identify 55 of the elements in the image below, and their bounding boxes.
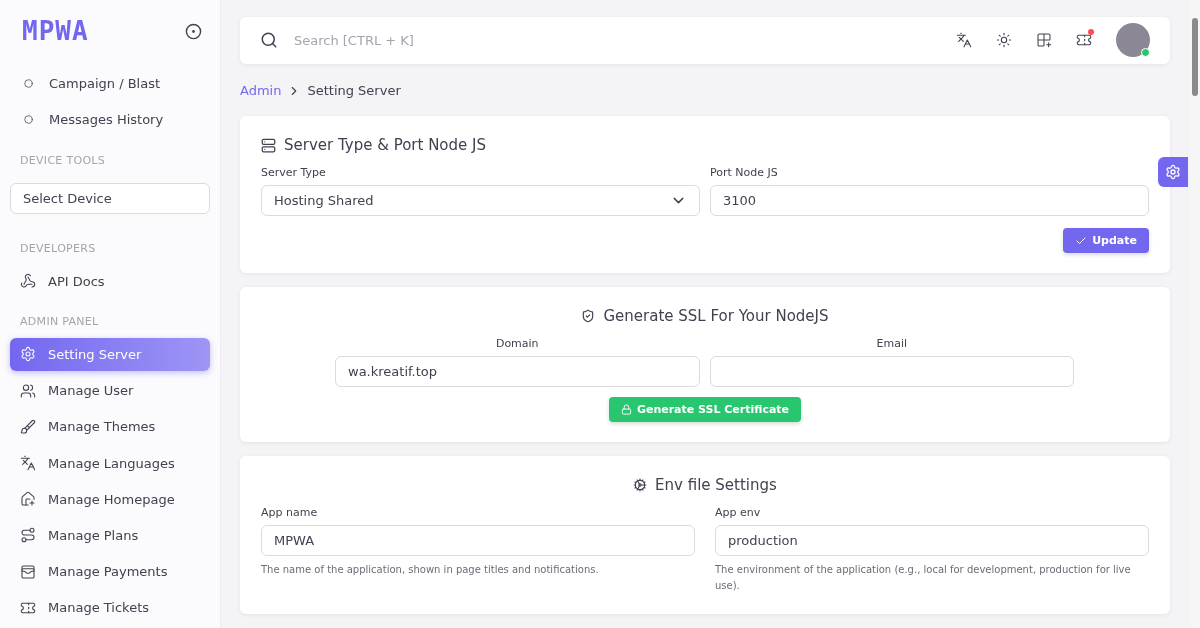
lock-icon [620,404,632,415]
section-heading: DEVELOPERS [19,241,97,258]
nav-item[interactable]: Manage Homepage [10,483,210,516]
field-label: Domain [494,337,540,350]
nav-item[interactable]: Campaign / Blast [10,67,210,100]
settings-icon [1165,164,1181,180]
card-title: Generate SSL For Your NodeJS [603,307,829,325]
nav-item[interactable]: Messages History [10,103,210,136]
nav-item[interactable]: Setting Server [10,338,210,371]
collapse-icon[interactable] [185,22,202,40]
field-label: Email [875,337,908,350]
nav-icon [20,382,36,399]
avatar[interactable] [1116,23,1150,58]
field-label: Port Node JS [710,166,779,179]
help-text: The name of the application, shown in page titles and notifications. [261,563,600,577]
card-title: Env file Settings [655,476,777,494]
gear-icon [633,478,648,492]
field-label: Server Type [261,166,327,179]
nav-icon [20,491,36,508]
nav-item[interactable]: Manage User [10,374,210,407]
breadcrumb-link[interactable]: Admin [240,83,282,99]
section-heading: ADMIN PANEL [19,314,100,331]
breadcrumb-link[interactable]: Setting Server [307,83,401,99]
server-type-select[interactable]: Hosting Shared [261,185,700,216]
input-field[interactable]: 3100 [710,185,1149,216]
section-heading: DEVICE TOOLS [19,152,107,169]
input-field[interactable]: MPWA [261,525,695,556]
server-icon [261,137,276,153]
field-label: App name [261,506,319,519]
nav-item[interactable]: Manage Plans [10,519,210,552]
nav-icon [20,527,36,544]
logo: MPWA [22,16,89,47]
device-select[interactable]: Select Device [10,182,210,215]
shield-icon [581,309,596,323]
nav-icon [20,563,36,580]
nav-item[interactable]: Manage Payments [10,555,210,588]
circle-icon [24,115,33,125]
input-field[interactable]: production [715,525,1149,556]
nav-item[interactable]: Manage Languages [10,446,210,480]
card-title: Server Type & Port Node JS [284,136,486,154]
nav-icon [20,346,36,363]
nav-icon [20,455,36,472]
circle-icon [24,79,33,89]
update-button[interactable]: Update [1063,228,1149,253]
nav-icon [20,273,36,290]
nav-item[interactable]: Manage Tickets [10,591,210,624]
input-field[interactable]: wa.kreatif.top [335,356,700,387]
nav-icon [20,418,36,435]
input-field[interactable] [709,356,1074,387]
nav-item[interactable]: Manage Themes [10,410,210,443]
field-label: App env [715,506,762,519]
settings-button[interactable] [1158,157,1188,187]
help-text: The environment of the application (e.g., local for development, production for live use). [715,563,1132,593]
search-icon [260,31,278,50]
nav-item[interactable]: API Docs [10,265,210,298]
